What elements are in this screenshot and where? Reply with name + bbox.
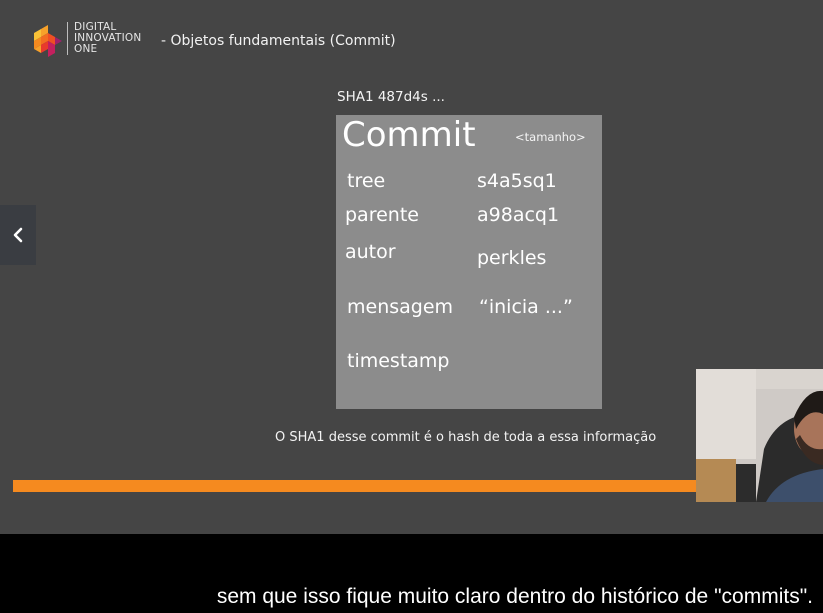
field-key-autor: autor — [345, 241, 396, 263]
slide: DIGITAL INNOVATION ONE - Objetos fundame… — [0, 0, 823, 534]
field-value-autor: perkles — [477, 247, 547, 269]
commit-object-box: Commit <tamanho> tree s4a5sq1 parente a9… — [336, 115, 602, 409]
webcam-video — [696, 369, 823, 502]
field-value-tree: s4a5sq1 — [477, 170, 557, 192]
video-subtitle: sem que isso fique muito claro dentro do… — [216, 585, 813, 608]
field-key-mensagem: mensagem — [347, 296, 454, 318]
presenter-image — [696, 369, 823, 502]
field-key-tree: tree — [347, 170, 386, 192]
field-key-timestamp: timestamp — [347, 350, 450, 372]
field-value-parente: a98acq1 — [477, 204, 560, 226]
slide-caption: O SHA1 desse commit é o hash de toda a e… — [275, 430, 657, 445]
commit-title: Commit — [342, 115, 476, 155]
field-value-mensagem: “inicia ...” — [479, 296, 573, 318]
progress-bar — [13, 480, 703, 492]
commit-size-label: <tamanho> — [515, 130, 586, 144]
lesson-title: - Objetos fundamentais (Commit) — [161, 33, 396, 49]
brand-line-3: ONE — [74, 43, 98, 55]
previous-button[interactable] — [0, 205, 36, 265]
brand-wordmark: DIGITAL INNOVATION ONE — [67, 22, 154, 55]
field-key-parente: parente — [345, 204, 419, 226]
brand-logo — [34, 25, 62, 57]
sha-label: SHA1 487d4s ... — [337, 89, 445, 105]
chevron-left-icon — [13, 227, 23, 243]
